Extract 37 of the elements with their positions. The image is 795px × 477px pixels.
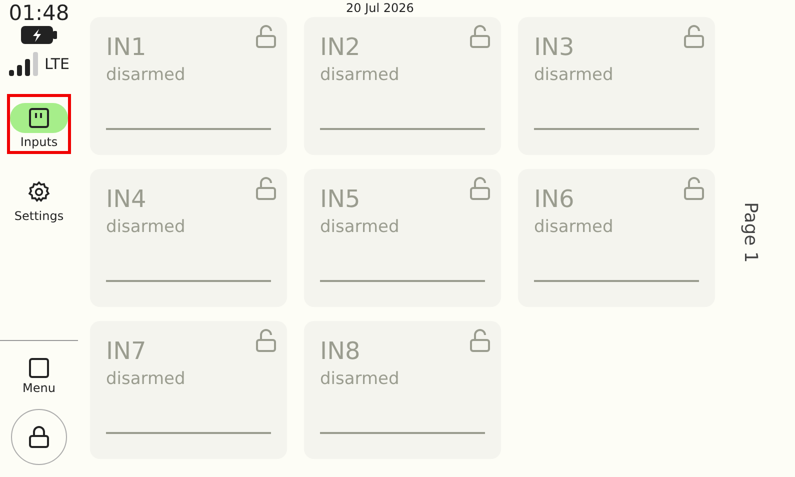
date: 20 Jul 2026 xyxy=(345,0,415,17)
input-state: disarmed xyxy=(534,217,614,237)
input-state: disarmed xyxy=(106,65,186,85)
network-type: LTE xyxy=(44,55,70,73)
input-name: IN8 xyxy=(320,337,360,365)
nav-item[interactable]: Inputs xyxy=(7,94,71,154)
input-name: IN2 xyxy=(320,33,360,61)
input-card[interactable]: IN8 disarmed xyxy=(304,321,501,459)
input-state: disarmed xyxy=(106,217,186,237)
input-name: IN1 xyxy=(106,33,146,61)
input-state: disarmed xyxy=(106,369,186,389)
lock-button[interactable] xyxy=(11,409,67,465)
square-icon xyxy=(28,357,50,379)
signal-icon xyxy=(8,52,39,76)
input-card[interactable]: IN3 disarmed xyxy=(518,17,715,155)
input-name: IN6 xyxy=(534,185,574,213)
square-icon xyxy=(28,107,50,129)
input-name: IN5 xyxy=(320,185,360,213)
input-card[interactable]: IN4 disarmed xyxy=(90,169,287,307)
clock: 01:48 xyxy=(8,1,70,25)
input-card[interactable]: IN1 disarmed xyxy=(90,17,287,155)
input-card[interactable]: IN6 disarmed xyxy=(518,169,715,307)
input-name: IN7 xyxy=(106,337,146,365)
input-card[interactable]: IN5 disarmed xyxy=(304,169,501,307)
input-state: disarmed xyxy=(320,217,400,237)
input-state: disarmed xyxy=(320,369,400,389)
nav-item[interactable]: Settings xyxy=(7,168,71,228)
input-name: IN4 xyxy=(106,185,146,213)
menu-button[interactable]: Menu xyxy=(22,357,56,395)
input-card[interactable]: IN7 disarmed xyxy=(90,321,287,459)
settings-icon xyxy=(27,180,51,204)
input-card[interactable]: IN2 disarmed xyxy=(304,17,501,155)
lock-icon xyxy=(28,425,50,449)
page-indicator: Page 1 xyxy=(740,202,760,262)
input-state: disarmed xyxy=(320,65,400,85)
input-name: IN3 xyxy=(534,33,574,61)
input-state: disarmed xyxy=(534,65,614,85)
